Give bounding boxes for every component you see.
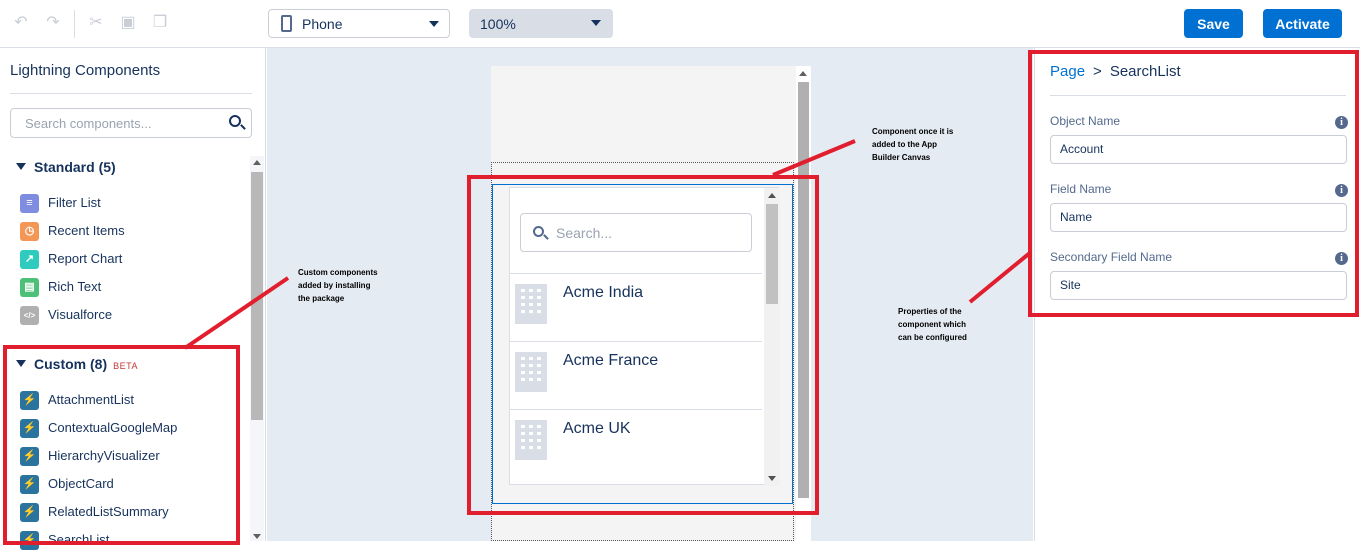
- component-icon: ▤: [20, 278, 39, 297]
- component-label: Visualforce: [48, 307, 113, 322]
- panel-title: Lightning Components: [10, 62, 161, 79]
- copy-icon[interactable]: ❐: [149, 12, 171, 34]
- activate-button[interactable]: Activate: [1263, 9, 1342, 38]
- standard-section-toggle[interactable]: Standard (5): [16, 159, 116, 175]
- triangle-down-icon: [16, 163, 26, 170]
- standard-section-heading: Standard (5): [34, 159, 116, 175]
- undo-icon[interactable]: ↶: [10, 12, 32, 34]
- note-line: the package: [298, 294, 345, 303]
- component-icon: </>: [20, 306, 39, 325]
- note-line: can be configured: [898, 333, 967, 342]
- toolbar: ↶ ↷ ✂ ▣ ❐ Phone 100% Save Activate: [0, 0, 1360, 48]
- note-line: component which: [898, 320, 966, 329]
- search-icon[interactable]: [229, 115, 241, 127]
- component-label: Report Chart: [48, 251, 123, 266]
- canvas-highlight-box: [467, 175, 819, 515]
- note-line: added by installing: [298, 281, 371, 290]
- component-label: Recent Items: [48, 223, 125, 238]
- component-label: Filter List: [48, 195, 101, 210]
- cut-icon[interactable]: ✂: [85, 12, 107, 34]
- save-button[interactable]: Save: [1184, 9, 1243, 38]
- note-line: Custom components: [298, 268, 378, 277]
- note-line: added to the App: [872, 140, 938, 149]
- note-line: Component once it is: [872, 127, 954, 136]
- search-placeholder: Search components...: [25, 116, 152, 131]
- custom-highlight-box: [3, 345, 240, 545]
- phone-icon: [281, 15, 292, 32]
- scroll-down-icon[interactable]: [253, 534, 261, 539]
- scroll-up-icon[interactable]: [799, 71, 807, 76]
- component-search-input[interactable]: Search components...: [10, 108, 252, 138]
- device-select[interactable]: Phone: [268, 9, 450, 38]
- component-icon: ≡: [20, 194, 39, 213]
- custom-annotation: Custom components added by installing th…: [298, 266, 378, 305]
- canvas-annotation: Component once it is added to the App Bu…: [872, 125, 953, 164]
- note-line: Properties of the: [898, 307, 962, 316]
- component-icon: ↗: [20, 250, 39, 269]
- props-highlight-box: [1028, 50, 1359, 317]
- components-scrollbar[interactable]: [250, 156, 264, 541]
- toolbar-divider: [74, 10, 75, 38]
- scrollbar-thumb[interactable]: [251, 172, 263, 420]
- component-label: Rich Text: [48, 279, 102, 294]
- device-select-value: Phone: [302, 16, 343, 32]
- redo-icon[interactable]: ↷: [42, 12, 64, 34]
- zoom-select[interactable]: 100%: [469, 9, 613, 38]
- props-annotation: Properties of the component which can be…: [898, 305, 967, 344]
- chevron-down-icon: [429, 21, 439, 27]
- divider: [10, 93, 252, 94]
- paste-icon[interactable]: ▣: [117, 12, 139, 34]
- chevron-down-icon: [591, 20, 601, 26]
- component-icon: ◷: [20, 222, 39, 241]
- zoom-select-value: 100%: [480, 16, 516, 32]
- scroll-up-icon[interactable]: [253, 160, 261, 165]
- note-line: Builder Canvas: [872, 153, 931, 162]
